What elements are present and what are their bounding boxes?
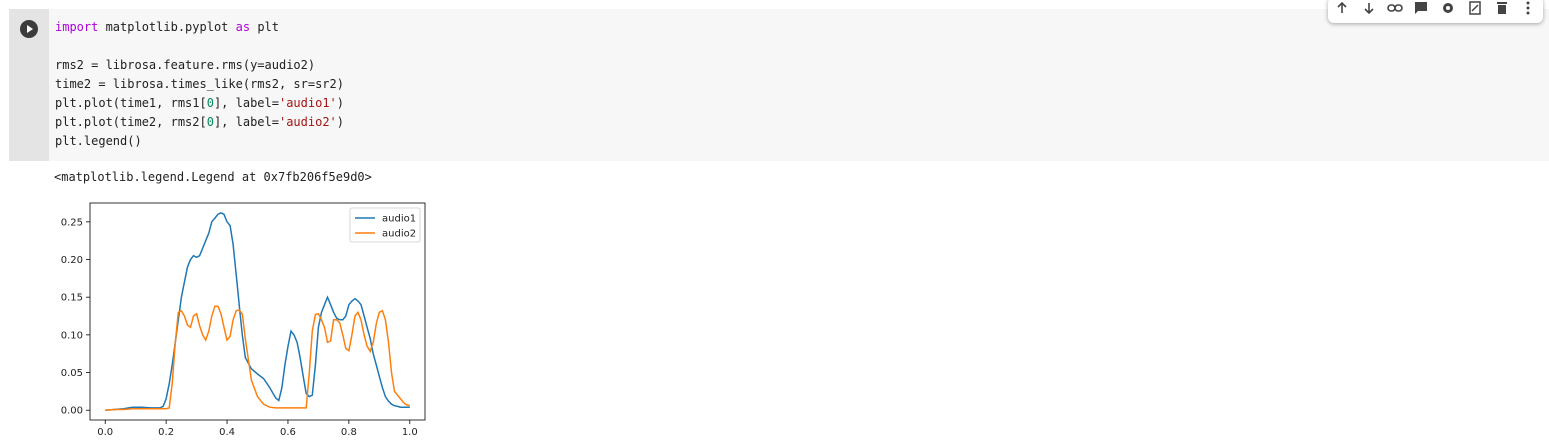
code-token: rms2 = librosa.feature.rms(y=audio2) (55, 58, 316, 72)
y-tick-label: 0.05 (61, 368, 83, 379)
code-token: plt.plot(time1, rms1[ (55, 96, 207, 110)
code-token: ], label= (213, 96, 279, 110)
series-line-audio2 (105, 305, 410, 411)
code-token: as (235, 20, 251, 34)
x-tick-label: 0.2 (158, 427, 174, 438)
code-token: ) (336, 115, 345, 129)
code-cell[interactable]: import matplotlib.pyplot as plt rms2 = l… (9, 0, 1549, 444)
comment-icon[interactable] (1410, 0, 1432, 22)
cell-output-text: <matplotlib.legend.Legend at 0x7fb206f5e… (54, 170, 372, 184)
y-tick-label: 0.00 (61, 406, 83, 417)
y-tick-label: 0.20 (61, 255, 83, 266)
chart-legend: audio1 audio2 (349, 207, 421, 243)
cell-gutter (9, 9, 49, 161)
code-line: plt.plot(time2, rms2[0], label='audio2') (55, 115, 344, 129)
code-token: import (55, 20, 99, 34)
code-line: rms2 = librosa.feature.rms(y=audio2) (55, 58, 315, 72)
code-token: ) (336, 96, 345, 110)
y-tick-label: 0.10 (61, 330, 83, 341)
code-line: time2 = librosa.times_like(rms2, sr=sr2) (55, 77, 344, 91)
link-icon[interactable] (1384, 0, 1406, 22)
code-token: matplotlib.pyplot (98, 20, 236, 34)
code-token: 'audio2' (278, 115, 337, 129)
code-token: 'audio1' (278, 96, 337, 110)
delete-icon[interactable] (1491, 0, 1513, 22)
more-vert-icon[interactable] (1517, 0, 1539, 22)
code-token: ], label= (213, 115, 279, 129)
code-editor[interactable]: import matplotlib.pyplot as plt rms2 = l… (49, 9, 1549, 161)
series-line-audio1 (105, 211, 410, 411)
x-tick-label: 0.0 (97, 427, 113, 438)
rms-line-chart: 0.0 0.2 0.4 0.6 0.8 1.0 0.00 0.05 0.10 0.15 0.20 0.… (61, 202, 426, 438)
arrow-up-icon[interactable] (1331, 0, 1353, 22)
arrow-down-icon[interactable] (1358, 0, 1380, 22)
x-tick-label: 0.4 (219, 427, 235, 438)
legend-label: audio2 (382, 229, 416, 240)
legend-label: audio1 (382, 214, 416, 225)
code-token: plt.legend() (55, 134, 142, 148)
code-token: plt.plot(time2, rms2[ (55, 115, 207, 129)
gear-icon[interactable] (1437, 0, 1459, 22)
x-tick-label: 1.0 (402, 427, 418, 438)
y-tick-label: 0.15 (61, 293, 83, 304)
mirror-cell-icon[interactable] (1464, 0, 1486, 22)
x-tick-label: 0.8 (341, 427, 357, 438)
run-cell-button[interactable] (20, 20, 38, 38)
code-token: time2 = librosa.times_like(rms2, sr=sr2) (55, 77, 344, 91)
code-token: 0 (206, 96, 214, 110)
code-line: plt.plot(time1, rms1[0], label='audio1') (55, 96, 344, 110)
code-line: plt.legend() (55, 134, 142, 148)
cell-toolbar (1328, 0, 1543, 23)
code-token: plt (250, 20, 279, 34)
code-token: 0 (206, 115, 214, 129)
y-tick-label: 0.25 (61, 217, 83, 228)
x-tick-label: 0.6 (280, 427, 296, 438)
code-line: import matplotlib.pyplot as plt (55, 20, 279, 34)
code-text[interactable]: import matplotlib.pyplot as plt rms2 = l… (55, 18, 344, 151)
